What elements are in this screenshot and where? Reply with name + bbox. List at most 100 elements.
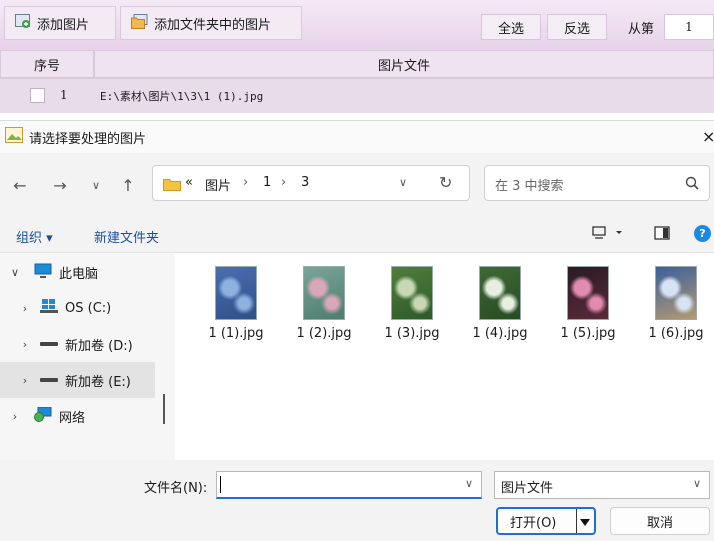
tree-item-label: OS (C:) — [65, 300, 112, 316]
add-image-label: 添加图片 — [37, 17, 90, 33]
tree-item-label: 网络 — [59, 410, 86, 426]
tree-item-volume-e[interactable]: › 新加卷 (E:) — [0, 362, 155, 398]
file-item[interactable]: 1 (3).jpg — [369, 266, 455, 341]
image-thumbnail — [655, 266, 697, 320]
search-box[interactable]: 在 3 中搜索 — [484, 165, 710, 201]
from-label: 从第 — [628, 22, 655, 37]
refresh-icon[interactable]: ↻ — [439, 173, 452, 192]
tree-item-network[interactable]: › 网络 — [0, 398, 174, 434]
index-header[interactable]: 序号 — [0, 50, 94, 78]
open-options-chevron-icon[interactable] — [580, 516, 590, 531]
filename-field[interactable]: ∨ — [216, 471, 482, 499]
dialog-footer: 文件名(N): ∨ 图片文件 ∨ 打开(O) 取消 — [0, 460, 714, 541]
forward-arrow-icon[interactable]: → — [48, 173, 72, 197]
drive-icon — [40, 337, 58, 352]
open-button[interactable]: 打开(O) — [496, 507, 596, 535]
from-input[interactable]: 1 — [664, 14, 714, 40]
breadcrumb-item-1[interactable]: 1 — [263, 175, 271, 190]
file-name: 1 (5).jpg — [560, 326, 616, 341]
file-item[interactable]: 1 (2).jpg — [281, 266, 367, 341]
expanded-chevron-icon[interactable]: ∨ — [8, 266, 22, 279]
tree-item-label: 新加卷 (D:) — [65, 338, 133, 354]
file-list: 1 (1).jpg 1 (2).jpg 1 (3).jpg 1 (4).jpg 1 (5… — [175, 254, 714, 460]
filename-label: 文件名(N): — [144, 481, 208, 496]
file-item[interactable]: 1 (1).jpg — [193, 266, 279, 341]
history-chevron-icon[interactable]: ∨ — [84, 173, 108, 197]
folder-icon — [163, 177, 181, 195]
add-folder-images-button[interactable]: 添加文件夹中的图片 — [120, 6, 302, 40]
image-thumbnail — [391, 266, 433, 320]
dialog-title: 请选择要处理的图片 — [29, 131, 147, 147]
help-icon[interactable]: ? — [694, 225, 711, 242]
breadcrumb-sep: › — [243, 175, 249, 190]
filetype-select[interactable]: 图片文件 ∨ — [494, 471, 710, 499]
row-path: E:\素材\图片\1\3\1 (1).jpg — [100, 90, 264, 103]
row-checkbox[interactable] — [30, 88, 45, 103]
tree-item-label: 新加卷 (E:) — [65, 374, 131, 390]
preview-pane-icon[interactable] — [654, 226, 670, 244]
image-grid: 序号 图片文件 1 E:\素材\图片\1\3\1 (1).jpg — [0, 50, 714, 120]
tree-item-label: 此电脑 — [59, 266, 99, 282]
file-name: 1 (1).jpg — [208, 326, 264, 341]
new-folder-button[interactable]: 新建文件夹 — [94, 227, 159, 246]
filetype-value: 图片文件 — [501, 481, 554, 496]
address-row: ← → ∨ ↑ « 图片 › 1 › 3 ∨ ↻ 在 3 中搜索 — [0, 153, 714, 217]
file-name: 1 (3).jpg — [384, 326, 440, 341]
collapsed-chevron-icon[interactable]: › — [18, 302, 32, 315]
filename-dropdown-icon[interactable]: ∨ — [465, 477, 473, 490]
invert-selection-button[interactable]: 反选 — [547, 14, 607, 40]
collapsed-chevron-icon[interactable]: › — [18, 338, 32, 351]
tree-item-os-c[interactable]: › OS (C:) — [0, 290, 174, 326]
file-item[interactable]: 1 (5).jpg — [545, 266, 631, 341]
open-file-dialog: 请选择要处理的图片 × ← → ∨ ↑ « 图片 › 1 › 3 ∨ ↻ 在 3… — [0, 120, 714, 541]
breadcrumb-item-3[interactable]: 3 — [301, 175, 309, 190]
navigation-pane: ∨ 此电脑 › OS (C:) › 新加卷 (D:) › 新加卷 (E:) › … — [0, 254, 174, 460]
app-toolbar: 添加图片 添加文件夹中的图片 全选 反选 从第 1 — [0, 0, 714, 50]
search-icon[interactable] — [685, 176, 699, 194]
split-divider — [576, 509, 577, 533]
image-thumbnail — [215, 266, 257, 320]
row-index: 1 — [60, 88, 68, 102]
collapsed-chevron-icon[interactable]: › — [18, 374, 32, 387]
select-all-label: 全选 — [497, 21, 524, 37]
dialog-titlebar: 请选择要处理的图片 × — [0, 121, 714, 153]
nav-scrollbar-thumb[interactable] — [163, 394, 165, 424]
breadcrumb-item-pictures[interactable]: 图片 — [205, 175, 231, 194]
file-item[interactable]: 1 (6).jpg — [633, 266, 714, 341]
organize-menu[interactable]: 组织 ▾ — [16, 227, 53, 246]
add-folder-images-label: 添加文件夹中的图片 — [154, 17, 272, 33]
address-dropdown-icon[interactable]: ∨ — [399, 176, 407, 189]
computer-icon — [34, 263, 52, 282]
table-row[interactable]: 1 E:\素材\图片\1\3\1 (1).jpg — [0, 78, 714, 113]
view-options-icon[interactable] — [592, 226, 622, 244]
image-thumbnail — [303, 266, 345, 320]
breadcrumb-overflow[interactable]: « — [185, 175, 193, 190]
tree-item-this-pc[interactable]: ∨ 此电脑 — [0, 254, 174, 290]
tree-item-volume-d[interactable]: › 新加卷 (D:) — [0, 326, 174, 362]
close-icon[interactable]: × — [702, 127, 714, 146]
text-caret — [220, 476, 221, 493]
up-arrow-icon[interactable]: ↑ — [116, 173, 140, 197]
folder-images-icon — [131, 13, 148, 33]
open-button-label: 打开(O) — [510, 515, 557, 531]
invert-selection-label: 反选 — [563, 21, 590, 37]
image-thumbnail — [479, 266, 521, 320]
address-bar[interactable]: « 图片 › 1 › 3 ∨ ↻ — [152, 165, 470, 201]
windows-drive-icon — [40, 299, 58, 317]
add-image-button[interactable]: 添加图片 — [4, 6, 116, 40]
select-all-button[interactable]: 全选 — [481, 14, 541, 40]
file-name: 1 (2).jpg — [296, 326, 352, 341]
file-name: 1 (6).jpg — [648, 326, 704, 341]
command-bar: 组织 ▾ 新建文件夹 ? — [0, 217, 714, 253]
dialog-image-icon — [5, 127, 23, 147]
chevron-down-icon[interactable]: ∨ — [693, 477, 701, 490]
back-arrow-icon[interactable]: ← — [8, 173, 32, 197]
file-item[interactable]: 1 (4).jpg — [457, 266, 543, 341]
search-input[interactable]: 在 3 中搜索 — [495, 175, 564, 194]
image-thumbnail — [567, 266, 609, 320]
cancel-button[interactable]: 取消 — [610, 507, 710, 535]
collapsed-chevron-icon[interactable]: › — [8, 410, 22, 423]
file-header[interactable]: 图片文件 — [94, 50, 714, 78]
image-add-icon — [15, 14, 31, 32]
network-icon — [34, 406, 52, 426]
